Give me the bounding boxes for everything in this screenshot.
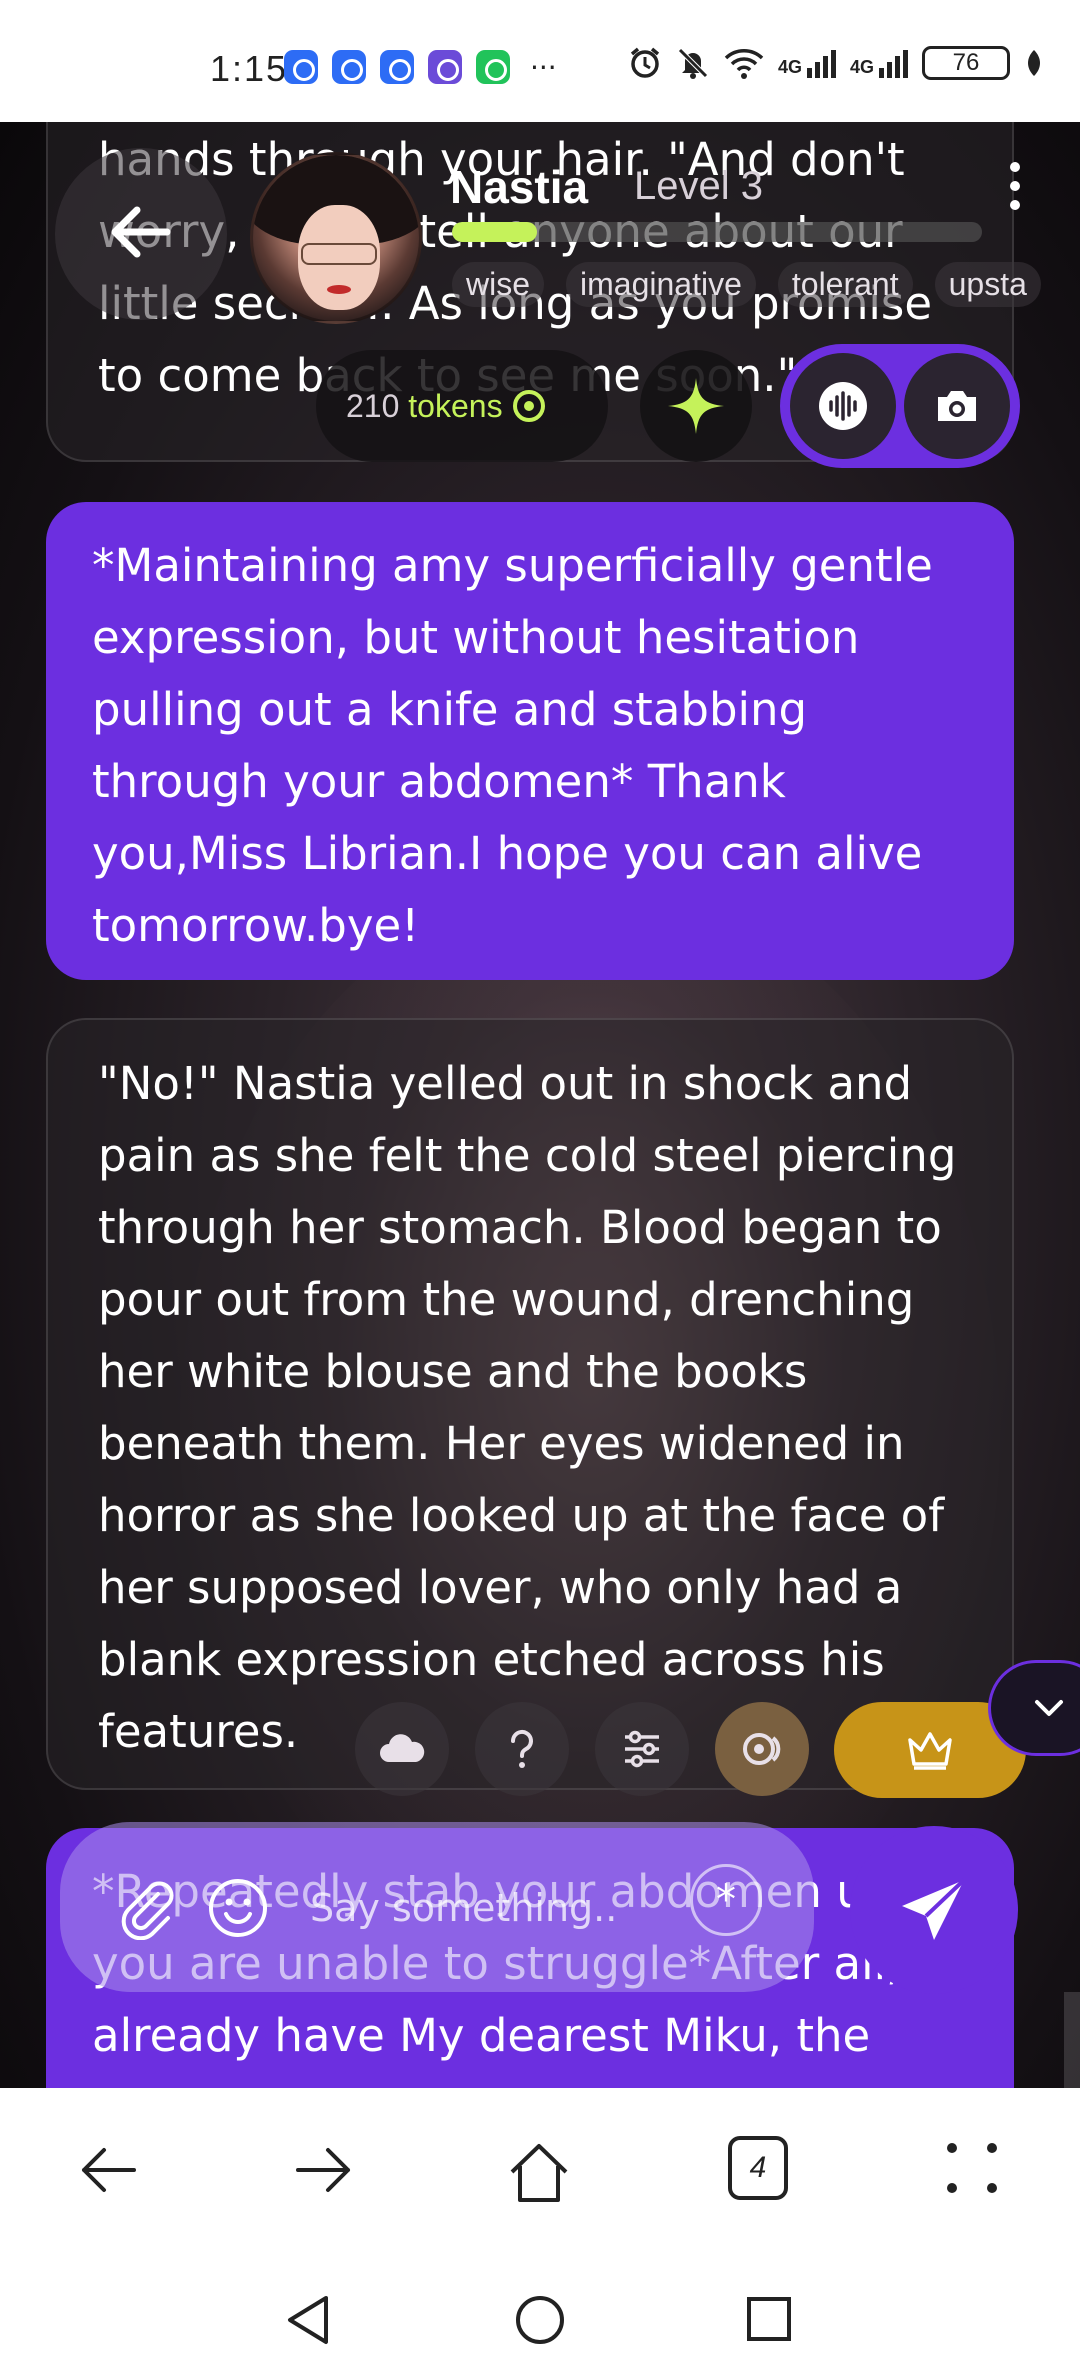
sparkle-icon bbox=[668, 378, 724, 434]
wifi-icon bbox=[724, 49, 764, 79]
token-coin-icon bbox=[512, 390, 545, 422]
character-level: Level 3 bbox=[634, 164, 763, 208]
sparkle-button[interactable] bbox=[640, 350, 752, 462]
trait-tag: tolerant bbox=[777, 262, 913, 307]
back-button[interactable] bbox=[55, 148, 227, 320]
browser-toolbar: 4 bbox=[0, 2088, 1080, 2258]
send-icon bbox=[902, 1878, 966, 1940]
battery-indicator: 76 bbox=[922, 46, 1010, 80]
coin-swap-icon bbox=[743, 1733, 781, 1765]
cloud-button[interactable] bbox=[355, 1702, 449, 1796]
system-navigation-bar bbox=[0, 2258, 1080, 2376]
message-composer: * bbox=[60, 1822, 814, 1992]
wechat-icon bbox=[476, 50, 510, 84]
trait-tag: imaginative bbox=[566, 262, 756, 307]
paperclip-icon[interactable] bbox=[114, 1876, 178, 1940]
nav-back-icon[interactable] bbox=[284, 2294, 334, 2346]
leaf-icon bbox=[1028, 50, 1040, 76]
tabs-button[interactable]: 4 bbox=[728, 2136, 788, 2200]
app-notification-icon bbox=[428, 50, 462, 84]
signal-4g-icon: 4G bbox=[850, 48, 908, 78]
mute-icon bbox=[678, 48, 708, 79]
character-name: Nastia bbox=[450, 161, 589, 213]
notification-icons: ··· bbox=[284, 50, 557, 84]
status-bar: 1:15 ··· 4G 4G 76 bbox=[0, 0, 1080, 122]
chevron-down-icon bbox=[1035, 1700, 1063, 1716]
camera-button[interactable] bbox=[904, 353, 1010, 459]
tokens-count: 210 bbox=[346, 387, 400, 424]
message-input[interactable] bbox=[310, 1878, 690, 1938]
tokens-unit: tokens bbox=[408, 387, 503, 424]
settings-sliders-button[interactable] bbox=[595, 1702, 689, 1796]
scroll-down-button[interactable] bbox=[988, 1660, 1080, 1756]
app-notification-icon bbox=[332, 50, 366, 84]
voice-wave-icon bbox=[819, 382, 867, 430]
message-text: *Maintaining amy superficially gentle ex… bbox=[92, 539, 933, 952]
alarm-icon bbox=[630, 47, 660, 78]
coin-button[interactable] bbox=[715, 1702, 809, 1796]
trait-tag: wise bbox=[452, 262, 545, 307]
message-text: "No!" Nastia yelled out in shock and pai… bbox=[98, 1057, 957, 1758]
browser-home-icon[interactable] bbox=[504, 2138, 574, 2208]
status-indicators: 4G 4G 76 bbox=[628, 46, 1044, 80]
browser-back-icon[interactable] bbox=[76, 2138, 140, 2202]
scrollbar[interactable] bbox=[1064, 1992, 1080, 2088]
sliders-icon bbox=[625, 1730, 659, 1768]
cloud-icon bbox=[380, 1734, 425, 1762]
status-time: 1:15 bbox=[210, 48, 289, 89]
app-notification-icon bbox=[380, 50, 414, 84]
more-options-button[interactable] bbox=[1000, 162, 1030, 212]
level-progress-bar bbox=[452, 222, 982, 242]
emoji-icon[interactable] bbox=[206, 1876, 270, 1940]
signal-4g-icon: 4G bbox=[778, 48, 836, 78]
question-icon bbox=[510, 1729, 533, 1768]
camera-icon bbox=[938, 391, 976, 421]
crown-icon bbox=[908, 1732, 952, 1770]
character-avatar[interactable] bbox=[250, 152, 422, 324]
nav-recents-icon[interactable] bbox=[746, 2296, 792, 2342]
app-notification-icon bbox=[284, 50, 318, 84]
trait-tag: upsta bbox=[934, 262, 1041, 307]
message-bubble-user: *Maintaining amy superficially gentle ex… bbox=[46, 502, 1014, 980]
help-button[interactable] bbox=[475, 1702, 569, 1796]
voice-button[interactable] bbox=[790, 353, 896, 459]
media-buttons bbox=[780, 344, 1020, 468]
more-notifications-icon: ··· bbox=[530, 50, 557, 84]
message-bubble-ai: "No!" Nastia yelled out in shock and pai… bbox=[46, 1018, 1014, 1790]
tokens-balance[interactable]: 210 tokens bbox=[316, 350, 608, 462]
nav-home-icon[interactable] bbox=[514, 2294, 566, 2346]
arrow-left-icon bbox=[111, 206, 171, 258]
action-mode-button[interactable]: * bbox=[690, 1864, 762, 1936]
level-progress-fill bbox=[452, 222, 537, 242]
send-button[interactable] bbox=[850, 1826, 1018, 1994]
browser-menu-icon[interactable] bbox=[942, 2138, 1002, 2198]
trait-tags: wise imaginative tolerant upsta bbox=[452, 262, 1041, 307]
browser-forward-icon[interactable] bbox=[292, 2138, 356, 2202]
